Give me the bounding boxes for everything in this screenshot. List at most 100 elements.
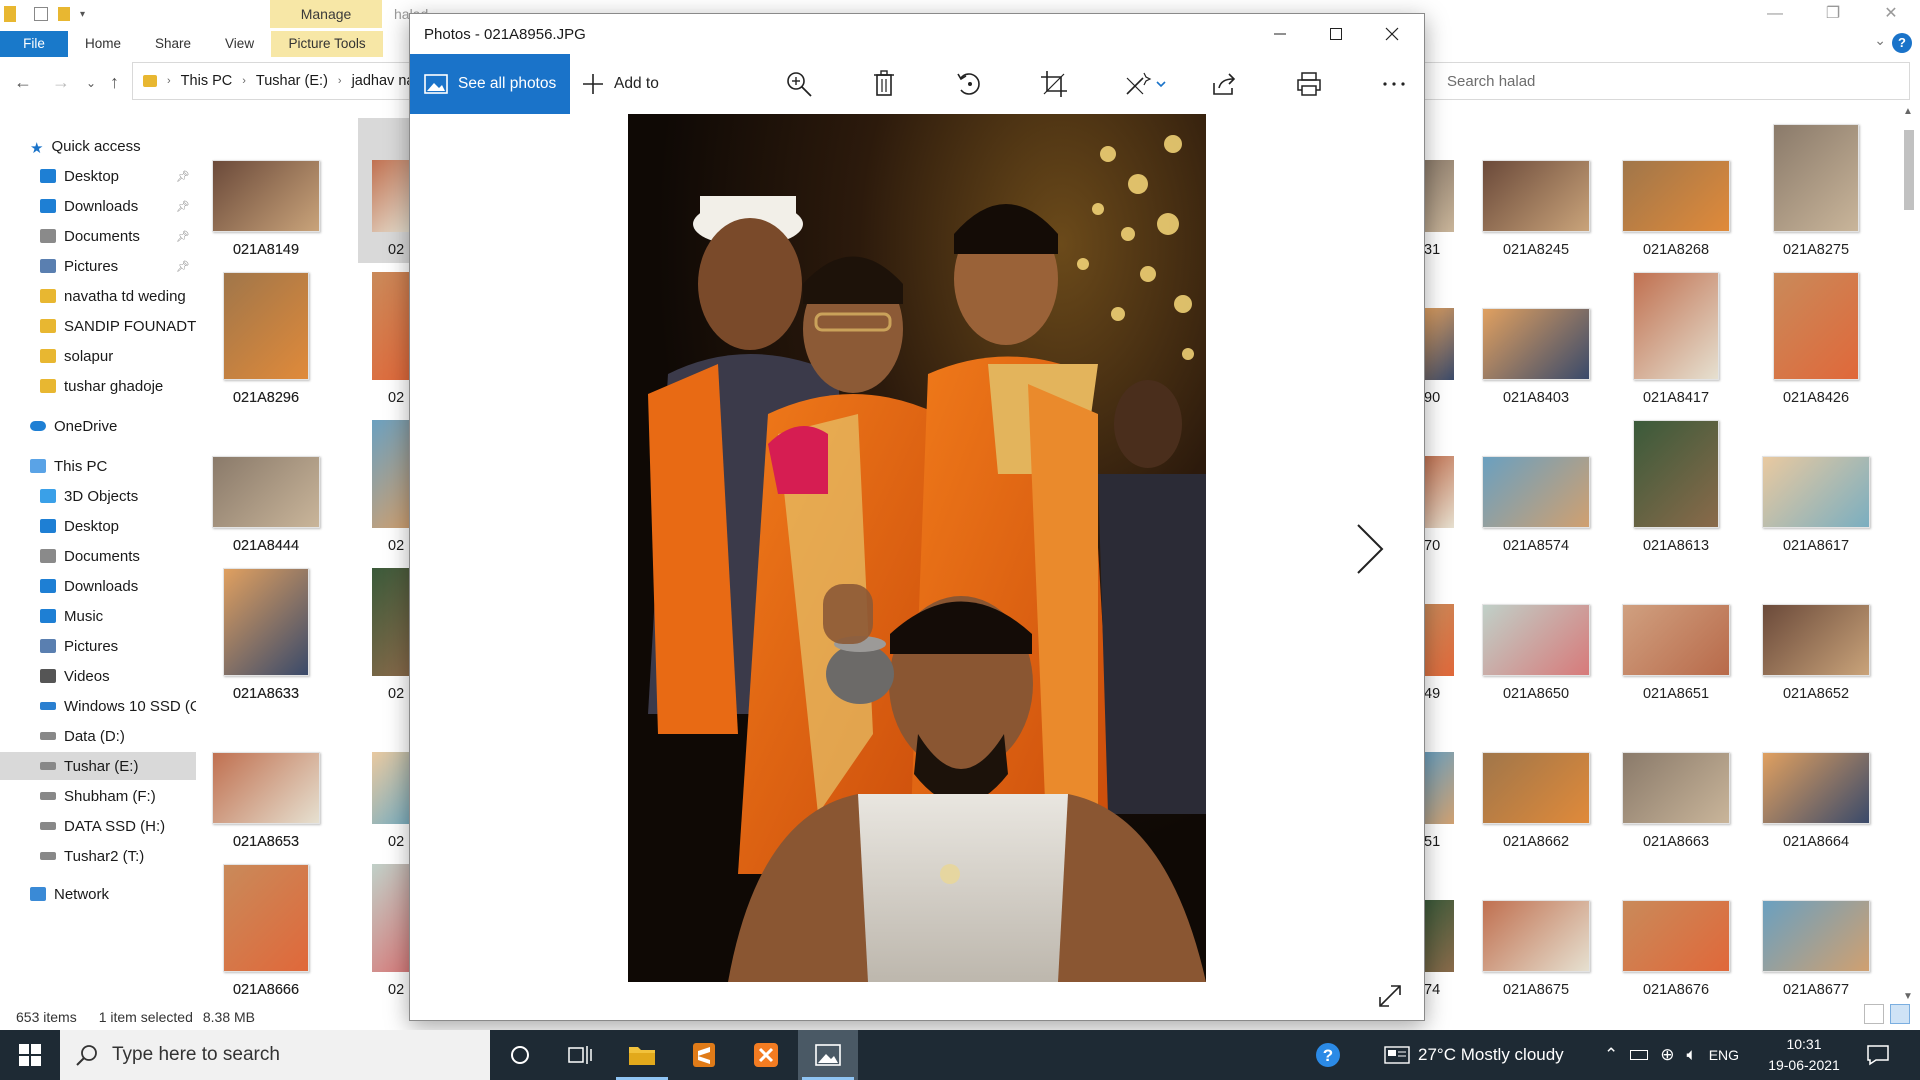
large-icons-view-icon[interactable] [1890, 1004, 1910, 1024]
thumbnail-item-partial[interactable]: 02 [360, 264, 410, 412]
thumbnail-item-partial[interactable]: 90 [1424, 264, 1454, 412]
thumbnail-item[interactable]: 021A8426 [1746, 264, 1886, 412]
xampp-taskbar-button[interactable] [736, 1030, 796, 1080]
nav-pc-item[interactable]: Windows 10 SSD (C [0, 692, 196, 720]
nav-pc-item[interactable]: Music [0, 602, 196, 630]
restore-icon[interactable]: ❐ [1804, 0, 1862, 30]
print-button[interactable] [1286, 54, 1332, 114]
pin-icon[interactable]: 📌︎ [176, 200, 190, 213]
vertical-scrollbar[interactable]: ▲ ▼ [1900, 106, 1918, 1002]
thumbnail-item[interactable]: 021A8296 021A8296 [196, 264, 336, 412]
thumbnail-item[interactable]: 021A8617 [1746, 412, 1886, 560]
thumbnail-item[interactable]: 021A8149 021A8149 [196, 116, 336, 264]
nav-quick-item[interactable]: solapur [0, 342, 196, 370]
thumbnail-item[interactable]: 021A8662 [1466, 708, 1606, 856]
weather-widget[interactable]: 27°C Mostly cloudy [1384, 1030, 1564, 1080]
pin-icon[interactable]: 📌︎ [176, 260, 190, 273]
minimize-button[interactable] [1252, 14, 1308, 54]
thumbnail-item[interactable]: 021A8444 021A8444 [196, 412, 336, 560]
thumbnail-item-partial[interactable]: 70 [1424, 412, 1454, 560]
manage-tab[interactable]: Manage [270, 6, 382, 22]
sublime-text-taskbar-button[interactable] [674, 1030, 734, 1080]
close-icon[interactable]: ✕ [1862, 0, 1920, 30]
expand-ribbon-icon[interactable]: ⌄ [1874, 32, 1886, 49]
nav-quick-item[interactable]: navatha td weding [0, 282, 196, 310]
close-button[interactable] [1364, 14, 1420, 54]
volume-icon[interactable]: 🔈︎ [1687, 1045, 1697, 1065]
wedding-photo[interactable] [628, 114, 1206, 982]
language-indicator[interactable]: ENG [1709, 1047, 1739, 1063]
thumbnail-item[interactable]: 021A8663 [1606, 708, 1746, 856]
action-center-button[interactable] [1866, 1030, 1890, 1080]
properties-icon[interactable] [34, 7, 48, 21]
next-photo-button[interactable] [1346, 519, 1386, 579]
nav-pc-item[interactable]: 3D Objects [0, 482, 196, 510]
thumbnail-item[interactable]: 021A8574 [1466, 412, 1606, 560]
nav-pc-item[interactable]: DATA SSD (H:) [0, 812, 196, 840]
photos-taskbar-button[interactable] [798, 1030, 858, 1080]
thumbnail-item[interactable]: 021A8613 [1606, 412, 1746, 560]
task-view-button[interactable] [550, 1030, 610, 1080]
thumbnail-item[interactable]: 021A8403 [1466, 264, 1606, 412]
rotate-button[interactable] [946, 54, 992, 114]
zoom-button[interactable] [776, 54, 822, 114]
thumbnail-item[interactable]: 021A8275 [1746, 116, 1886, 264]
thumbnail-item-partial[interactable]: 51 [1424, 708, 1454, 856]
thumbnail-item-partial[interactable]: 31 [1424, 116, 1454, 264]
forward-icon[interactable]: → [52, 72, 70, 93]
breadcrumb-this-pc[interactable]: This PC [181, 73, 233, 89]
see-all-photos-button[interactable]: See all photos [410, 54, 570, 114]
pin-icon[interactable]: 📌︎ [176, 170, 190, 183]
battery-icon[interactable] [1630, 1050, 1649, 1060]
nav-quick-item[interactable]: tushar ghadoje [0, 372, 196, 400]
nav-pc-item[interactable]: Tushar2 (T:) [0, 842, 196, 870]
folder-icon[interactable] [4, 6, 16, 22]
thumbnail-item[interactable]: 021A8653 021A8653 [196, 708, 336, 856]
nav-this-pc[interactable]: This PC [0, 452, 196, 480]
start-button[interactable] [0, 1030, 60, 1080]
recent-locations-icon[interactable]: ⌄ [86, 76, 96, 90]
thumbnail-item[interactable]: 021A8677 [1746, 856, 1886, 1004]
thumbnail-item[interactable]: 021A8245 [1466, 116, 1606, 264]
nav-quick-item[interactable]: Documents 📌︎ [0, 222, 196, 250]
cortana-button[interactable] [490, 1030, 550, 1080]
clock[interactable]: 10:31 19-06-2021 [1764, 1034, 1844, 1076]
help-icon[interactable]: ? [1892, 33, 1912, 53]
search-input[interactable]: Search halad [1418, 62, 1910, 100]
scroll-up-icon[interactable]: ▲ [1903, 106, 1913, 117]
nav-pc-item[interactable]: Documents [0, 542, 196, 570]
delete-button[interactable] [861, 54, 907, 114]
edit-create-button[interactable] [1116, 54, 1176, 114]
nav-network[interactable]: Network [0, 880, 196, 908]
breadcrumb-drive[interactable]: Tushar (E:) [256, 73, 328, 89]
nav-pc-item[interactable]: Downloads [0, 572, 196, 600]
nav-pc-item[interactable]: Pictures [0, 632, 196, 660]
tab-view[interactable]: View [208, 31, 271, 57]
nav-onedrive[interactable]: OneDrive [0, 412, 196, 440]
nav-quick-item[interactable]: Downloads 📌︎ [0, 192, 196, 220]
nav-pc-item[interactable]: Desktop [0, 512, 196, 540]
address-bar[interactable]: › This PC › Tushar (E:) › jadhav na [132, 62, 422, 100]
thumbnail-item[interactable]: 021A8676 [1606, 856, 1746, 1004]
thumbnail-item[interactable]: 021A8666 021A8666 [196, 856, 336, 1004]
thumbnail-item[interactable]: 021A8633 021A8633 [196, 560, 336, 708]
nav-quick-item[interactable]: Desktop 📌︎ [0, 162, 196, 190]
nav-pc-item[interactable]: Videos [0, 662, 196, 690]
thumbnail-item-partial[interactable]: 02 [360, 412, 410, 560]
nav-pc-item[interactable]: Tushar (E:) [0, 752, 196, 780]
tab-file[interactable]: File [0, 31, 68, 57]
new-folder-icon[interactable] [58, 7, 70, 21]
thumbnail-item-partial[interactable]: 02 [360, 560, 410, 708]
thumbnail-item[interactable]: 021A8268 [1606, 116, 1746, 264]
file-explorer-taskbar-button[interactable] [612, 1030, 672, 1080]
thumbnail-item-partial[interactable]: 74 [1424, 856, 1454, 1004]
up-icon[interactable]: ↑ [110, 72, 119, 93]
help-tray-button[interactable]: ? [1314, 1030, 1342, 1080]
breadcrumb-folder[interactable]: jadhav na [352, 73, 415, 89]
thumbnail-item[interactable]: 021A8417 [1606, 264, 1746, 412]
scroll-down-icon[interactable]: ▼ [1903, 991, 1913, 1002]
thumbnail-item[interactable]: 021A8652 [1746, 560, 1886, 708]
full-screen-button[interactable] [1376, 982, 1404, 1010]
thumbnail-item[interactable]: 021A8675 [1466, 856, 1606, 1004]
chevron-up-icon[interactable]: ⌃ [1604, 1045, 1618, 1065]
